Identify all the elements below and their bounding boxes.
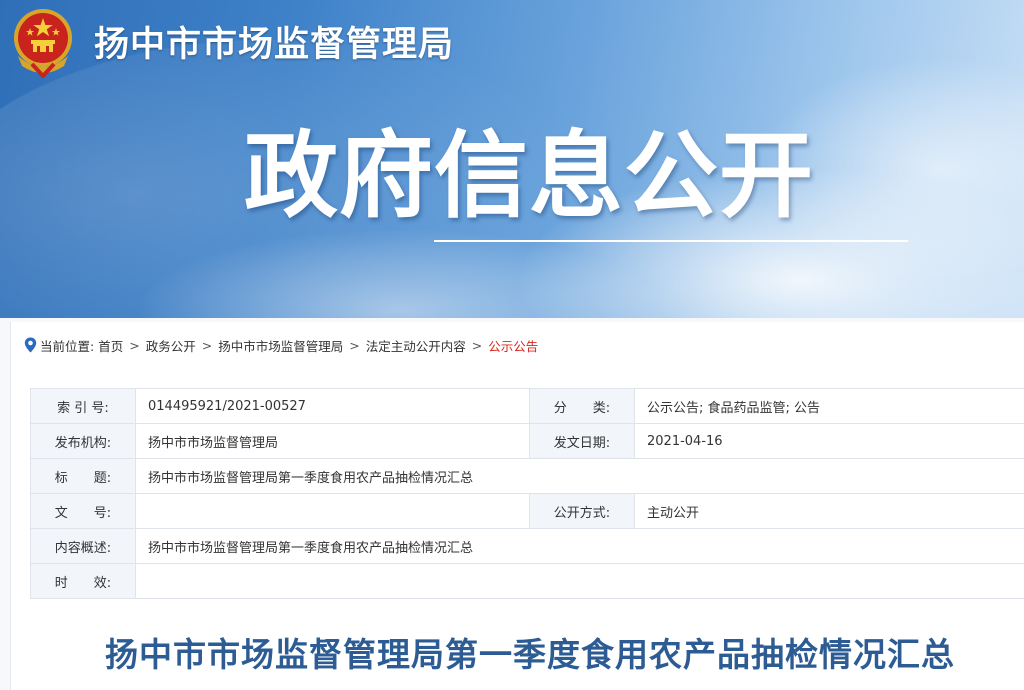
publisher-label: 发布机构: (30, 423, 136, 459)
breadcrumb-home[interactable]: 首页 (98, 336, 123, 355)
breadcrumb-item-gov-affairs[interactable]: 政务公开 (146, 336, 196, 355)
title-value: 扬中市市场监督管理局第一季度食用农产品抽检情况汇总 (135, 458, 1024, 494)
meta-row: 索 引 号: 014495921/2021-00527 分 类: 公示公告; 食… (30, 388, 1024, 424)
breadcrumb-item-bureau[interactable]: 扬中市市场监督管理局 (218, 336, 343, 355)
breadcrumb: 当前位置: 首页 > 政务公开 > 扬中市市场监督管理局 > 法定主动公开内容 … (24, 334, 538, 356)
banner-title-underline (434, 240, 908, 242)
docno-value (135, 493, 530, 529)
docno-label: 文 号: (30, 493, 136, 529)
org-name[interactable]: 扬中市市场监督管理局 (94, 16, 454, 67)
meta-row: 标 题: 扬中市市场监督管理局第一季度食用农产品抽检情况汇总 (30, 458, 1024, 494)
banner-title: 政府信息公开 (244, 122, 815, 231)
publisher-value: 扬中市市场监督管理局 (135, 423, 530, 459)
document-meta-table: 索 引 号: 014495921/2021-00527 分 类: 公示公告; 食… (30, 388, 1024, 599)
category-label: 分 类: (529, 388, 635, 424)
date-value: 2021-04-16 (634, 423, 1024, 459)
index-label: 索 引 号: (30, 388, 136, 424)
summary-value: 扬中市市场监督管理局第一季度食用农产品抽检情况汇总 (135, 528, 1024, 564)
summary-label: 内容概述: (30, 528, 136, 564)
article-title: 扬中市市场监督管理局第一季度食用农产品抽检情况汇总 (105, 635, 955, 674)
header-banner: 扬中市市场监督管理局 政府信息公开 (0, 0, 1024, 318)
location-pin-icon (24, 337, 37, 353)
national-emblem-icon (14, 9, 72, 78)
date-label: 发文日期: (529, 423, 635, 459)
breadcrumb-item-statutory[interactable]: 法定主动公开内容 (366, 336, 466, 355)
validity-label: 时 效: (30, 563, 136, 599)
breadcrumb-separator: > (471, 337, 483, 353)
breadcrumb-separator: > (129, 337, 140, 353)
meta-row: 发布机构: 扬中市市场监督管理局 发文日期: 2021-04-16 (30, 423, 1024, 459)
meta-row: 文 号: 公开方式: 主动公开 (30, 493, 1024, 529)
breadcrumb-prefix: 当前位置: (40, 338, 95, 354)
breadcrumb-separator: > (201, 337, 213, 353)
category-value: 公示公告; 食品药品监管; 公告 (634, 388, 1024, 424)
breadcrumb-separator: > (349, 337, 360, 353)
meta-row: 时 效: (30, 563, 1024, 599)
validity-value (135, 563, 1024, 599)
mode-label: 公开方式: (529, 493, 635, 529)
mode-value: 主动公开 (634, 493, 1024, 529)
title-label: 标 题: (30, 458, 136, 494)
meta-row: 内容概述: 扬中市市场监督管理局第一季度食用农产品抽检情况汇总 (30, 528, 1024, 564)
breadcrumb-current[interactable]: 公示公告 (488, 336, 538, 355)
index-value: 014495921/2021-00527 (135, 388, 530, 424)
